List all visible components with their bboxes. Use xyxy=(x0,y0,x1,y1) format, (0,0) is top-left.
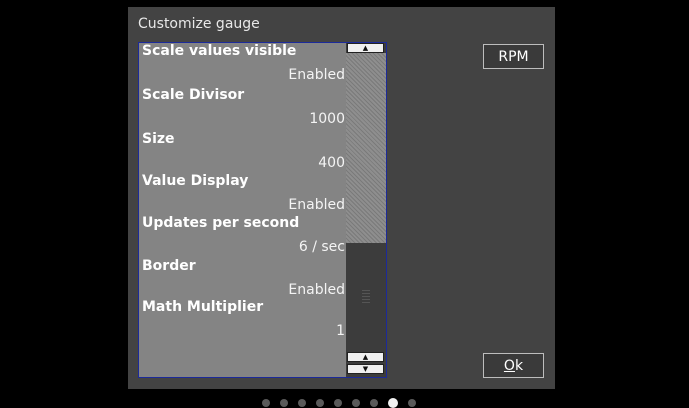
setting-label: Size xyxy=(142,131,175,147)
scrollbar-thumb[interactable] xyxy=(346,53,386,243)
list-item-value-display[interactable]: Value Display Enabled xyxy=(142,173,345,215)
page-indicator xyxy=(262,398,416,408)
ok-button-label: Ok xyxy=(504,358,523,374)
setting-value: Enabled xyxy=(288,197,345,213)
list-item-math-multiplier[interactable]: Math Multiplier 1 xyxy=(142,299,345,341)
customize-gauge-dialog: Customize gauge Scale values visible Ena… xyxy=(128,7,555,389)
page-dot[interactable] xyxy=(370,399,378,407)
list-item-updates-per-second[interactable]: Updates per second 6 / sec xyxy=(142,215,345,257)
setting-value: 400 xyxy=(318,155,345,171)
setting-label: Border xyxy=(142,258,196,274)
setting-label: Scale values visible xyxy=(142,43,297,59)
setting-value: 6 / sec xyxy=(298,239,345,255)
scroll-up-button-lower[interactable]: ▲ xyxy=(347,352,384,362)
setting-value: 1000 xyxy=(309,111,345,127)
setting-value: Enabled xyxy=(288,67,345,83)
list-item-scale-divisor[interactable]: Scale Divisor 1000 xyxy=(142,87,345,129)
page-dot[interactable] xyxy=(262,399,270,407)
list-item-border[interactable]: Border Enabled xyxy=(142,258,345,300)
scrollbar-grip-icon xyxy=(362,289,370,303)
ok-button[interactable]: Ok xyxy=(483,353,544,378)
ok-button-mnemonic: O xyxy=(503,357,515,374)
arrow-up-icon: ▲ xyxy=(362,43,369,52)
screen: Customize gauge Scale values visible Ena… xyxy=(0,0,689,408)
ok-button-label-rest: k xyxy=(514,357,524,374)
page-dot[interactable] xyxy=(334,399,342,407)
arrow-up-icon: ▲ xyxy=(362,352,369,361)
setting-label: Math Multiplier xyxy=(142,299,264,315)
page-dot[interactable] xyxy=(316,399,324,407)
page-dot[interactable] xyxy=(280,399,288,407)
setting-label: Scale Divisor xyxy=(142,87,245,103)
settings-list[interactable]: Scale values visible Enabled Scale Divis… xyxy=(138,42,387,378)
arrow-down-icon: ▼ xyxy=(362,364,369,373)
page-dot-active[interactable] xyxy=(388,398,398,408)
scroll-down-button[interactable]: ▼ xyxy=(347,364,384,374)
rpm-button[interactable]: RPM xyxy=(483,44,544,69)
list-item-scale-values-visible[interactable]: Scale values visible Enabled xyxy=(142,43,345,85)
setting-value: Enabled xyxy=(288,282,345,298)
scroll-up-button[interactable]: ▲ xyxy=(347,43,384,53)
page-dot[interactable] xyxy=(408,399,416,407)
page-dot[interactable] xyxy=(352,399,360,407)
setting-label: Value Display xyxy=(142,173,249,189)
vertical-scrollbar[interactable]: ▲ ▲ ▼ xyxy=(346,43,386,377)
setting-label: Updates per second xyxy=(142,215,300,231)
dialog-title: Customize gauge xyxy=(138,16,260,32)
page-dot[interactable] xyxy=(298,399,306,407)
setting-value: 1 xyxy=(336,323,345,339)
list-item-size[interactable]: Size 400 xyxy=(142,131,345,173)
